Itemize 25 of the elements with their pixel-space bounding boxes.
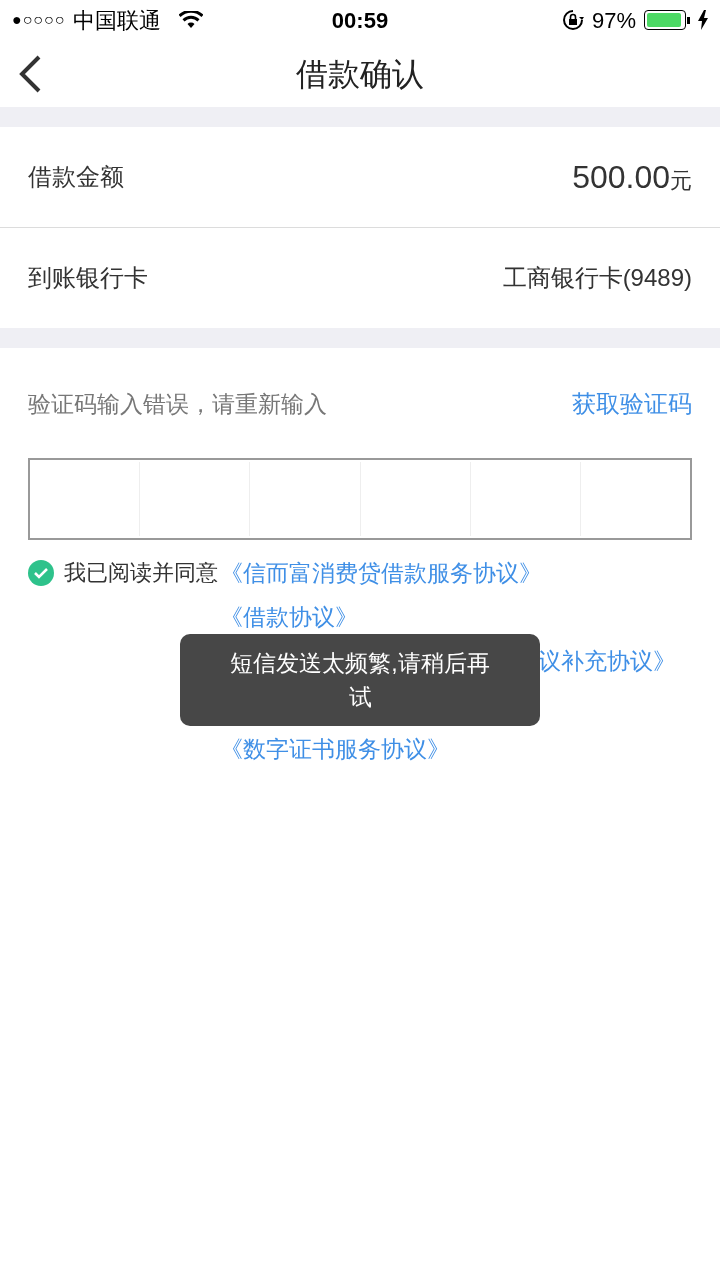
error-message: 验证码输入错误，请重新输入 [28,389,327,419]
wifi-icon [179,11,204,29]
agreement-link[interactable]: 《借款协议》 [220,602,676,632]
status-time: 00:59 [330,6,390,35]
checkmark-icon [33,567,49,579]
agreement-link[interactable]: 《数字证书服务协议》 [220,734,676,764]
carrier-name: 中国联通 [73,6,162,35]
row-value: 500.00 [572,158,670,197]
toast-message: 短信发送太频繁,请稍后再试 [229,649,491,712]
battery-icon [644,10,690,30]
agreement-link[interactable]: 议补充协议》 [538,646,676,676]
get-code-button[interactable]: 获取验证码 [572,386,692,422]
agreement-label: 我已阅读并同意 [64,559,218,587]
row-value: 工商银行卡(9489) [502,263,692,293]
signal-strength: ●○○○○ [12,10,66,30]
agreement-link[interactable]: 《信而富消费贷借款服务协议》 [220,558,676,588]
page-title: 借款确认 [296,54,424,94]
agree-checkbox[interactable] [28,560,54,586]
rotation-lock-icon [561,9,584,31]
code-input-field[interactable] [28,458,692,540]
currency-unit: 元 [670,167,692,195]
battery-percent: 97% [591,6,636,35]
charging-icon [698,10,708,30]
row-label: 到账银行卡 [28,263,148,293]
row-label: 借款金额 [28,162,124,192]
